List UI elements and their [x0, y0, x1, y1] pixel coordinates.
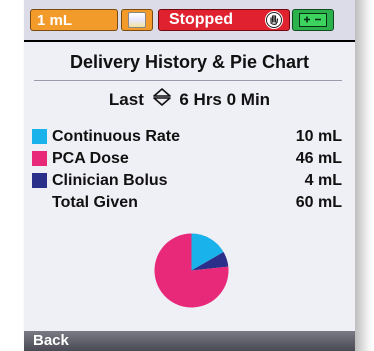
legend-swatch-pca	[32, 151, 47, 166]
battery-indicator	[292, 9, 334, 31]
last-label: Last	[108, 90, 144, 109]
volume-label: 1 mL	[37, 12, 73, 29]
time-range-row: Last 6 Hrs 0 Min	[24, 88, 355, 112]
bezel-shadow	[355, 0, 374, 351]
back-label: Back	[33, 332, 69, 349]
bag-indicator	[121, 9, 153, 31]
list-item: Continuous Rate 10 mL	[32, 126, 344, 148]
row-value: 46 mL	[295, 150, 342, 167]
row-label: Clinician Bolus	[52, 172, 168, 189]
pump-screen: 1 mL Stopped Delivery History & Pie Char…	[24, 0, 355, 351]
bag-icon	[128, 12, 146, 28]
up-down-arrows-icon[interactable]	[152, 88, 171, 113]
row-value: 60 mL	[295, 194, 342, 211]
list-item: PCA Dose 46 mL	[32, 148, 344, 170]
row-label: Continuous Rate	[52, 128, 180, 145]
battery-icon	[299, 13, 327, 27]
row-value: 10 mL	[295, 128, 342, 145]
status-bar: 1 mL Stopped	[24, 0, 355, 42]
row-label: Total Given	[52, 194, 138, 211]
list-item-total: Total Given 60 mL	[32, 192, 344, 214]
delivery-list: Continuous Rate 10 mL PCA Dose 46 mL Cli…	[32, 126, 344, 214]
row-value: 4 mL	[304, 172, 342, 189]
divider	[34, 80, 342, 81]
delivery-pie-chart	[154, 233, 229, 308]
screen-title: Delivery History & Pie Chart	[69, 52, 310, 72]
list-item: Clinician Bolus 4 mL	[32, 170, 344, 192]
stop-hand-icon	[265, 11, 283, 29]
row-label: PCA Dose	[52, 150, 129, 167]
volume-indicator: 1 mL	[30, 9, 118, 31]
state-indicator: Stopped	[158, 9, 290, 31]
time-range-value[interactable]: 6 Hrs 0 Min	[179, 90, 270, 109]
legend-swatch-continuous	[32, 129, 47, 144]
state-label: Stopped	[169, 11, 233, 28]
legend-swatch-clinician	[32, 173, 47, 188]
back-button[interactable]: Back	[24, 331, 355, 351]
